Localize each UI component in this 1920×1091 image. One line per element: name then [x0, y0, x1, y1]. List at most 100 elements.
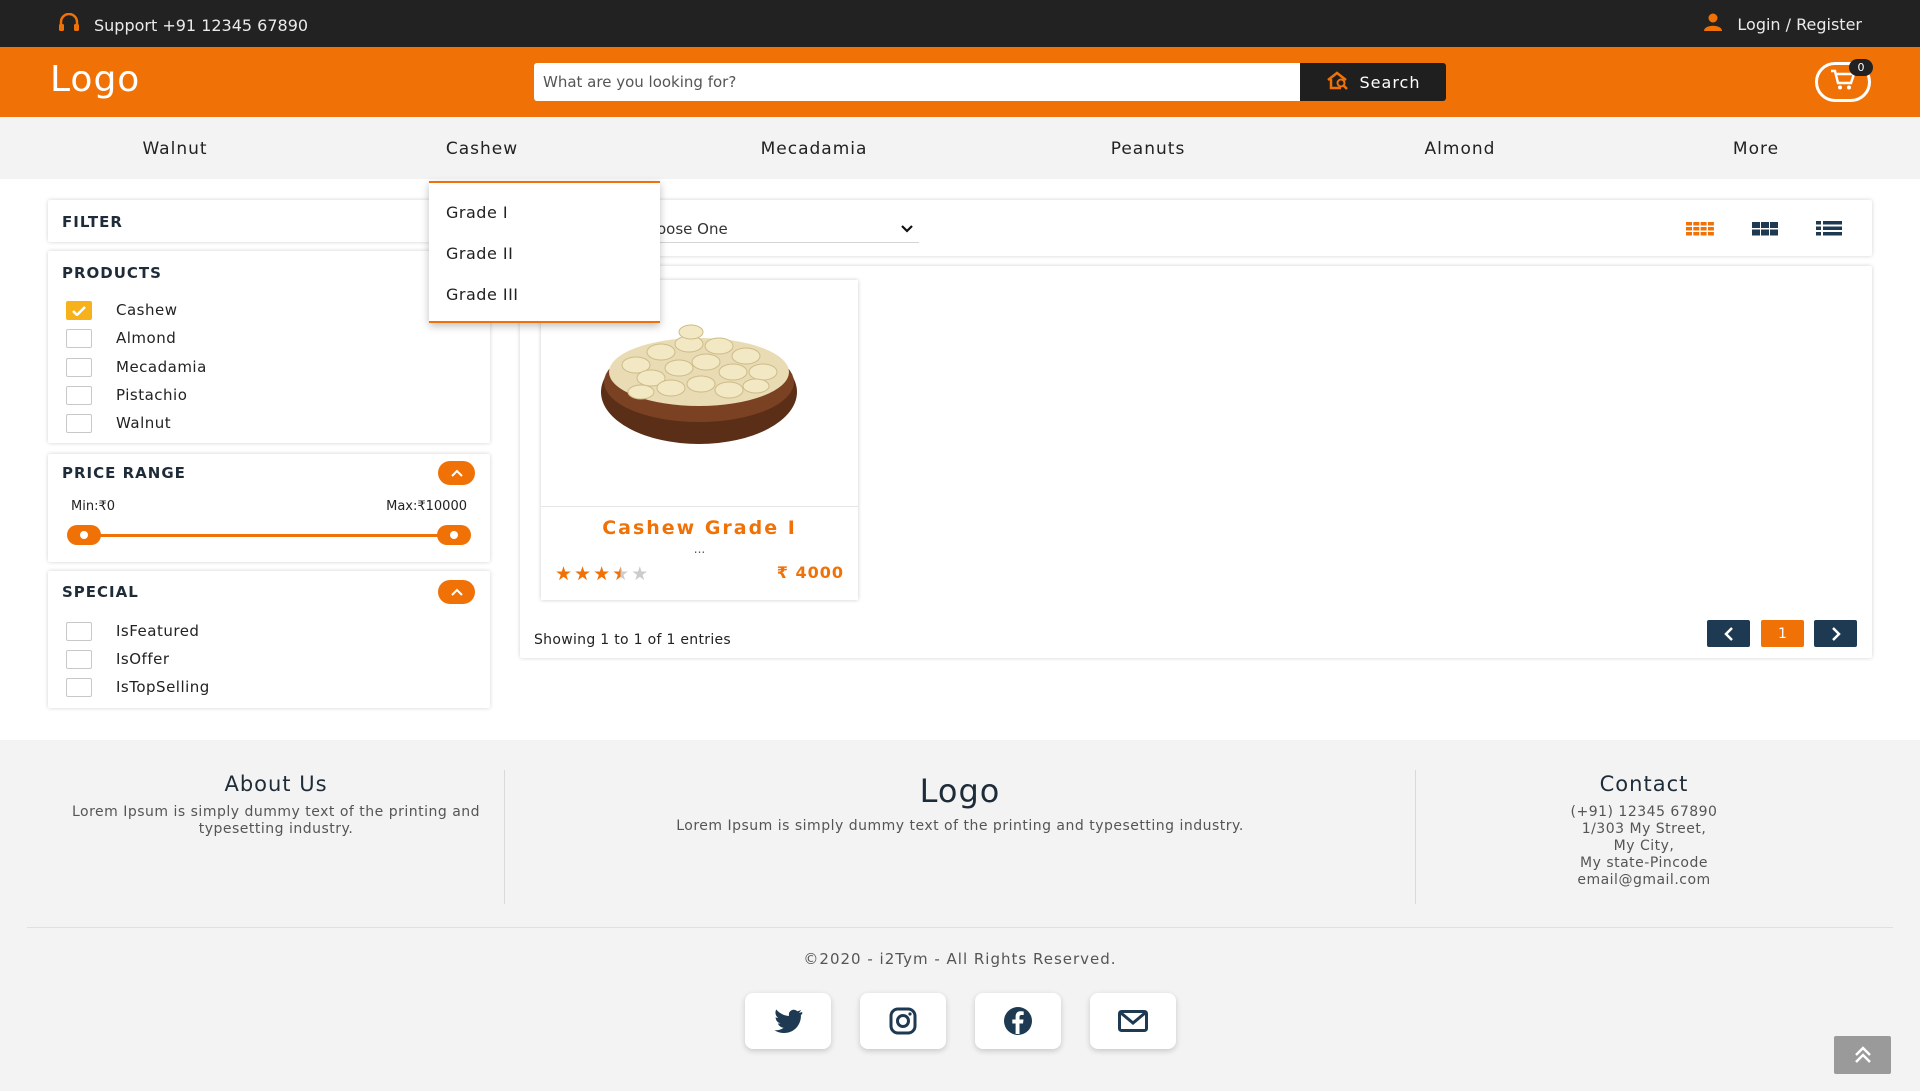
search-button[interactable]: Search [1300, 63, 1446, 101]
search-input[interactable] [534, 63, 1300, 101]
checkbox[interactable] [66, 678, 92, 697]
twitter-button[interactable] [745, 993, 831, 1049]
checkbox[interactable] [66, 622, 92, 641]
search-button-label: Search [1359, 72, 1421, 92]
checkbox-label: IsTopSelling [116, 678, 210, 696]
contact-phone[interactable]: (+91) 12345 67890 [1416, 804, 1872, 821]
footer-logo-text: Lorem Ipsum is simply dummy text of the … [676, 818, 1244, 834]
twitter-icon [774, 1009, 803, 1033]
product-rating: ★ ★ ★ ★ ★ [555, 563, 648, 585]
search-home-icon [1326, 70, 1350, 94]
products-filter-card: PRODUCTS Cashew Almond Mecadamia Pistach… [48, 251, 490, 443]
special-collapse-button[interactable] [438, 580, 475, 604]
checkbox-label: Almond [116, 329, 177, 347]
double-chevron-up-icon [1854, 1046, 1871, 1063]
checkbox[interactable] [66, 329, 92, 348]
product-name[interactable]: Cashew Grade I [541, 517, 858, 539]
product-filter-cashew[interactable]: Cashew [66, 301, 177, 320]
checkbox-label: IsFeatured [116, 622, 200, 640]
checkbox[interactable] [66, 358, 92, 377]
price-slider-min-handle[interactable] [67, 525, 101, 545]
checkbox[interactable] [66, 386, 92, 405]
grid-view-3-icon[interactable] [1752, 221, 1778, 240]
checkbox-label: Walnut [116, 414, 172, 432]
checkbox[interactable] [66, 650, 92, 669]
nav-item-walnut[interactable]: Walnut [142, 139, 207, 159]
sort-select-value: oose One [657, 219, 728, 238]
grid-view-4-icon[interactable] [1686, 221, 1714, 240]
star-half-icon: ★ [612, 563, 630, 585]
nav-item-cashew[interactable]: Cashew [446, 139, 518, 159]
copyright-text: ©2020 - i2Tym - All Rights Reserved. [803, 950, 1117, 968]
dropdown-item-grade-1[interactable]: Grade I [446, 203, 508, 222]
checkbox[interactable] [66, 301, 92, 320]
scroll-to-top-button[interactable] [1834, 1036, 1891, 1074]
nav-item-almond[interactable]: Almond [1425, 139, 1496, 159]
list-view-icon[interactable] [1816, 221, 1842, 240]
filter-title: FILTER [62, 213, 123, 231]
footer-contact-title: Contact [1599, 772, 1689, 796]
chevron-up-icon [450, 588, 463, 596]
product-card[interactable]: Cashew Grade I ... ★ ★ ★ ★ ★ ₹ 4000 [541, 280, 858, 600]
contact-state: My state-Pincode [1580, 855, 1708, 871]
cashew-dropdown-menu: Grade I Grade II Grade III [429, 181, 660, 323]
support-info: Support +91 12345 67890 [58, 12, 309, 37]
next-page-button[interactable] [1814, 620, 1857, 647]
price-range-collapse-button[interactable] [438, 461, 475, 485]
dropdown-item-grade-3[interactable]: Grade III [446, 285, 519, 304]
product-filter-mecadamia[interactable]: Mecadamia [66, 358, 206, 377]
prev-page-button[interactable] [1707, 620, 1750, 647]
contact-email[interactable]: email@gmail.com [1416, 872, 1872, 889]
star-full-icon: ★ [593, 563, 611, 585]
email-button[interactable] [1090, 993, 1176, 1049]
login-register-link[interactable]: Login / Register [1703, 13, 1862, 35]
price-max-label: Max:₹10000 [386, 499, 467, 514]
price-min-label: Min:₹0 [71, 499, 115, 514]
cart-count-badge: 0 [1849, 59, 1873, 76]
contact-city: My City, [1613, 838, 1675, 854]
special-filter-title: SPECIAL [62, 583, 139, 601]
special-filter-isoffer[interactable]: IsOffer [66, 650, 169, 669]
special-filter-isfeatured[interactable]: IsFeatured [66, 622, 199, 641]
product-description: ... [693, 542, 706, 556]
checkbox-label: IsOffer [116, 650, 170, 668]
price-range-title: PRICE RANGE [62, 464, 186, 482]
footer-contact-info: (+91) 12345 67890 1/303 My Street, My Ci… [1416, 804, 1872, 889]
support-text: Support +91 12345 67890 [94, 15, 309, 35]
instagram-button[interactable] [860, 993, 946, 1049]
sort-select[interactable]: oose One [657, 215, 919, 243]
chevron-up-icon [450, 469, 463, 477]
price-slider-track[interactable] [84, 534, 454, 537]
chevron-right-icon [1831, 626, 1841, 641]
instagram-icon [889, 1007, 917, 1035]
price-range-card: PRICE RANGE Min:₹0 Max:₹10000 [48, 454, 490, 562]
showing-entries-text: Showing 1 to 1 of 1 entries [534, 632, 732, 648]
filter-header-card: FILTER [48, 200, 490, 242]
footer-logo[interactable]: Logo [505, 772, 1415, 810]
dropdown-item-grade-2[interactable]: Grade II [446, 244, 513, 263]
checkbox-label: Mecadamia [116, 358, 207, 376]
page-button-1[interactable]: 1 [1761, 620, 1804, 647]
star-empty-icon: ★ [631, 563, 649, 585]
product-filter-pistachio[interactable]: Pistachio [66, 386, 187, 405]
contact-street: 1/303 My Street, [1581, 821, 1707, 837]
site-logo[interactable]: Logo [50, 59, 140, 100]
star-full-icon: ★ [555, 563, 573, 585]
product-filter-walnut[interactable]: Walnut [66, 414, 171, 433]
nav-item-more[interactable]: More [1733, 139, 1779, 159]
facebook-button[interactable] [975, 993, 1061, 1049]
product-filter-almond[interactable]: Almond [66, 329, 176, 348]
star-full-icon: ★ [574, 563, 592, 585]
check-icon [72, 305, 86, 316]
product-price: ₹ 4000 [776, 563, 844, 582]
price-slider-max-handle[interactable] [437, 525, 471, 545]
checkbox-label: Pistachio [116, 386, 188, 404]
nav-item-peanuts[interactable]: Peanuts [1111, 139, 1186, 159]
nav-item-mecadamia[interactable]: Mecadamia [761, 139, 868, 159]
special-filter-istopselling[interactable]: IsTopSelling [66, 678, 209, 697]
footer-separator [27, 927, 1893, 928]
user-icon [1703, 13, 1723, 35]
checkbox[interactable] [66, 414, 92, 433]
category-nav: Walnut Cashew Mecadamia Peanuts Almond M… [0, 117, 1920, 179]
checkbox-label: Cashew [116, 301, 178, 319]
